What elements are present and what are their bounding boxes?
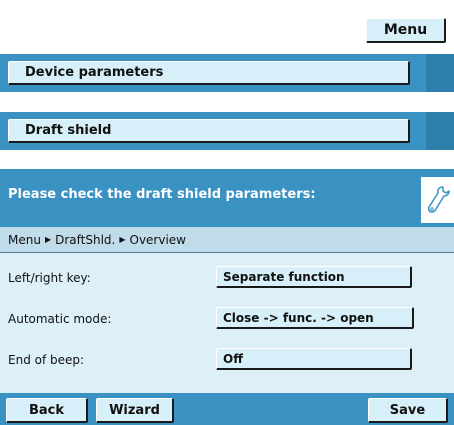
menu-button[interactable]: Menu [366, 18, 446, 43]
back-button[interactable]: Back [6, 398, 88, 423]
triangle-right-icon: ▶ [44, 235, 52, 244]
triangle-right-icon: ▶ [119, 235, 126, 244]
left-right-key-button[interactable]: Separate function [216, 266, 412, 288]
dialog-header: Please check the draft shield parameters… [0, 169, 454, 227]
save-button[interactable]: Save [368, 398, 448, 423]
breadcrumb-item-overview: Overview [129, 232, 187, 247]
automatic-mode-button[interactable]: Close -> func. -> open [216, 307, 414, 329]
wizard-button[interactable]: Wizard [96, 398, 174, 423]
bar-end-block [426, 54, 454, 92]
end-of-beep-label: End of beep: [8, 353, 85, 367]
device-parameters-bar: Device parameters [0, 54, 454, 92]
draft-shield-button[interactable]: Draft shield [8, 119, 410, 143]
dialog-title: Please check the draft shield parameters… [8, 187, 316, 202]
bar-end-block [426, 112, 454, 150]
left-right-key-label: Left/right key: [8, 271, 91, 285]
draft-shield-bar: Draft shield [0, 112, 454, 150]
dialog-body: Menu ▶ DraftShld. ▶ Overview Left/right … [0, 227, 454, 393]
draft-shield-dialog: Please check the draft shield parameters… [0, 169, 454, 425]
wrench-icon[interactable] [421, 177, 454, 223]
end-of-beep-button[interactable]: Off [216, 348, 412, 370]
automatic-mode-label: Automatic mode: [8, 312, 112, 326]
breadcrumb: Menu ▶ DraftShld. ▶ Overview [0, 227, 454, 253]
breadcrumb-item-draftshld: DraftShld. [55, 232, 116, 247]
breadcrumb-item-menu: Menu [8, 232, 41, 247]
device-parameters-button[interactable]: Device parameters [8, 61, 410, 85]
